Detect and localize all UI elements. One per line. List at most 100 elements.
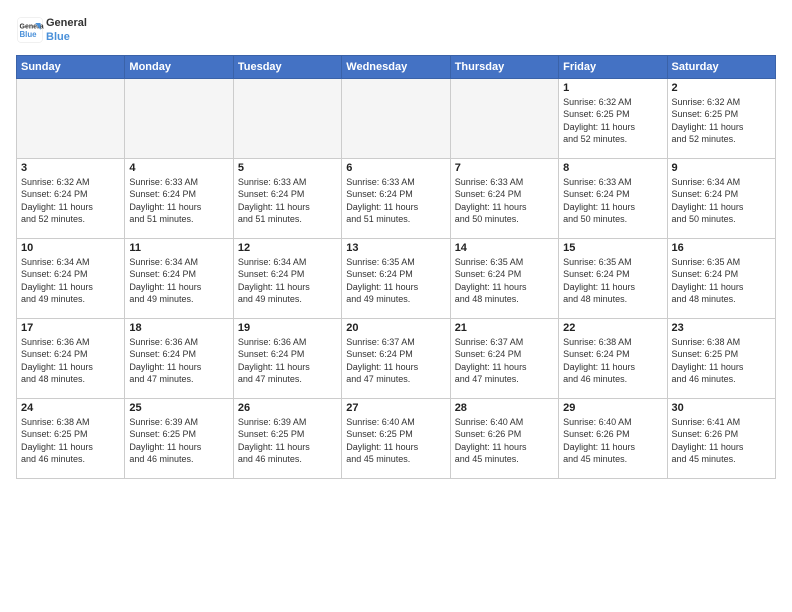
calendar-week-2: 3 Sunrise: 6:32 AM Sunset: 6:24 PM Daylig… xyxy=(17,158,776,238)
calendar-cell: 11 Sunrise: 6:34 AM Sunset: 6:24 PM Dayli… xyxy=(125,238,233,318)
day-number: 12 xyxy=(238,242,337,254)
calendar-cell: 6 Sunrise: 6:33 AM Sunset: 6:24 PM Daylig… xyxy=(342,158,450,238)
day-info: Sunrise: 6:33 AM Sunset: 6:24 PM Dayligh… xyxy=(129,176,228,226)
day-info: Sunrise: 6:34 AM Sunset: 6:24 PM Dayligh… xyxy=(129,256,228,306)
day-number: 25 xyxy=(129,402,228,414)
day-info: Sunrise: 6:36 AM Sunset: 6:24 PM Dayligh… xyxy=(238,336,337,386)
calendar-cell: 24 Sunrise: 6:38 AM Sunset: 6:25 PM Dayli… xyxy=(17,398,125,478)
day-number: 29 xyxy=(563,402,662,414)
day-number: 6 xyxy=(346,162,445,174)
day-number: 13 xyxy=(346,242,445,254)
day-info: Sunrise: 6:33 AM Sunset: 6:24 PM Dayligh… xyxy=(563,176,662,226)
day-number: 26 xyxy=(238,402,337,414)
day-number: 17 xyxy=(21,322,120,334)
day-info: Sunrise: 6:38 AM Sunset: 6:25 PM Dayligh… xyxy=(21,416,120,466)
day-number: 16 xyxy=(672,242,771,254)
day-info: Sunrise: 6:39 AM Sunset: 6:25 PM Dayligh… xyxy=(238,416,337,466)
day-info: Sunrise: 6:33 AM Sunset: 6:24 PM Dayligh… xyxy=(238,176,337,226)
calendar-cell: 17Sunrise: 6:36 AM Sunset: 6:24 PM Dayli… xyxy=(17,318,125,398)
day-number: 18 xyxy=(129,322,228,334)
calendar-cell: 26 Sunrise: 6:39 AM Sunset: 6:25 PM Dayli… xyxy=(233,398,341,478)
header-tuesday: Tuesday xyxy=(233,55,341,78)
day-info: Sunrise: 6:35 AM Sunset: 6:24 PM Dayligh… xyxy=(455,256,554,306)
day-info: Sunrise: 6:33 AM Sunset: 6:24 PM Dayligh… xyxy=(455,176,554,226)
day-info: Sunrise: 6:33 AM Sunset: 6:24 PM Dayligh… xyxy=(346,176,445,226)
day-number: 11 xyxy=(129,242,228,254)
day-info: Sunrise: 6:38 AM Sunset: 6:24 PM Dayligh… xyxy=(563,336,662,386)
day-info: Sunrise: 6:35 AM Sunset: 6:24 PM Dayligh… xyxy=(563,256,662,306)
calendar-week-5: 24 Sunrise: 6:38 AM Sunset: 6:25 PM Dayli… xyxy=(17,398,776,478)
day-info: Sunrise: 6:40 AM Sunset: 6:25 PM Dayligh… xyxy=(346,416,445,466)
day-number: 24 xyxy=(21,402,120,414)
day-number: 10 xyxy=(21,242,120,254)
day-number: 9 xyxy=(672,162,771,174)
day-number: 4 xyxy=(129,162,228,174)
calendar-cell: 12 Sunrise: 6:34 AM Sunset: 6:24 PM Dayli… xyxy=(233,238,341,318)
calendar-cell: 23 Sunrise: 6:38 AM Sunset: 6:25 PM Dayli… xyxy=(667,318,775,398)
calendar-cell: 28 Sunrise: 6:40 AM Sunset: 6:26 PM Dayli… xyxy=(450,398,558,478)
day-number: 1 xyxy=(563,82,662,94)
day-info: Sunrise: 6:40 AM Sunset: 6:26 PM Dayligh… xyxy=(455,416,554,466)
header-saturday: Saturday xyxy=(667,55,775,78)
header-monday: Monday xyxy=(125,55,233,78)
day-number: 27 xyxy=(346,402,445,414)
day-number: 28 xyxy=(455,402,554,414)
calendar-cell: 19 Sunrise: 6:36 AM Sunset: 6:24 PM Dayli… xyxy=(233,318,341,398)
day-number: 15 xyxy=(563,242,662,254)
logo-icon: General Blue xyxy=(16,16,44,44)
day-info: Sunrise: 6:37 AM Sunset: 6:24 PM Dayligh… xyxy=(346,336,445,386)
calendar-cell: 3 Sunrise: 6:32 AM Sunset: 6:24 PM Daylig… xyxy=(17,158,125,238)
calendar-cell xyxy=(342,78,450,158)
day-number: 14 xyxy=(455,242,554,254)
day-number: 21 xyxy=(455,322,554,334)
day-info: Sunrise: 6:32 AM Sunset: 6:24 PM Dayligh… xyxy=(21,176,120,226)
day-number: 7 xyxy=(455,162,554,174)
calendar-cell: 8 Sunrise: 6:33 AM Sunset: 6:24 PM Daylig… xyxy=(559,158,667,238)
header-wednesday: Wednesday xyxy=(342,55,450,78)
calendar-week-3: 10 Sunrise: 6:34 AM Sunset: 6:24 PM Dayli… xyxy=(17,238,776,318)
calendar-cell: 29 Sunrise: 6:40 AM Sunset: 6:26 PM Dayli… xyxy=(559,398,667,478)
calendar-cell xyxy=(125,78,233,158)
calendar-week-1: 1 Sunrise: 6:32 AM Sunset: 6:25 PM Daylig… xyxy=(17,78,776,158)
header: General Blue General Blue xyxy=(16,16,776,45)
calendar-cell: 22 Sunrise: 6:38 AM Sunset: 6:24 PM Dayli… xyxy=(559,318,667,398)
day-number: 30 xyxy=(672,402,771,414)
calendar-cell: 4 Sunrise: 6:33 AM Sunset: 6:24 PM Daylig… xyxy=(125,158,233,238)
header-thursday: Thursday xyxy=(450,55,558,78)
day-info: Sunrise: 6:32 AM Sunset: 6:25 PM Dayligh… xyxy=(563,96,662,146)
page-container: General Blue General Blue Sunday Monday … xyxy=(0,0,792,487)
day-number: 3 xyxy=(21,162,120,174)
calendar-cell: 25Sunrise: 6:39 AM Sunset: 6:25 PM Dayli… xyxy=(125,398,233,478)
calendar-cell xyxy=(233,78,341,158)
day-info: Sunrise: 6:32 AM Sunset: 6:25 PM Dayligh… xyxy=(672,96,771,146)
day-number: 2 xyxy=(672,82,771,94)
calendar-cell: 20 Sunrise: 6:37 AM Sunset: 6:24 PM Dayli… xyxy=(342,318,450,398)
calendar-week-4: 17 Sunrise: 6:36 AM Sunset: 6:24 PM Dayli… xyxy=(17,318,776,398)
calendar-cell: 13Sunrise: 6:35 AM Sunset: 6:24 PM Dayli… xyxy=(342,238,450,318)
day-number: 19 xyxy=(238,322,337,334)
day-info: Sunrise: 6:40 AM Sunset: 6:26 PM Dayligh… xyxy=(563,416,662,466)
calendar-cell: 5Sunrise: 6:33 AM Sunset: 6:24 PM Daylig… xyxy=(233,158,341,238)
day-info: Sunrise: 6:36 AM Sunset: 6:24 PM Dayligh… xyxy=(129,336,228,386)
calendar-cell xyxy=(450,78,558,158)
calendar-table: Sunday Monday Tuesday Wednesday Thursday… xyxy=(16,55,776,479)
day-number: 8 xyxy=(563,162,662,174)
header-sunday: Sunday xyxy=(17,55,125,78)
logo: General Blue General Blue xyxy=(16,16,87,45)
calendar-cell: 18 Sunrise: 6:36 AM Sunset: 6:24 PM Dayli… xyxy=(125,318,233,398)
calendar-cell: 27 Sunrise: 6:40 AM Sunset: 6:25 PM Dayli… xyxy=(342,398,450,478)
day-info: Sunrise: 6:37 AM Sunset: 6:24 PM Dayligh… xyxy=(455,336,554,386)
calendar-cell: 7 Sunrise: 6:33 AM Sunset: 6:24 PM Daylig… xyxy=(450,158,558,238)
calendar-cell: 15 Sunrise: 6:35 AM Sunset: 6:24 PM Dayli… xyxy=(559,238,667,318)
logo-text: General Blue xyxy=(46,16,87,45)
weekday-header-row: Sunday Monday Tuesday Wednesday Thursday… xyxy=(17,55,776,78)
day-info: Sunrise: 6:34 AM Sunset: 6:24 PM Dayligh… xyxy=(238,256,337,306)
calendar-cell: 2 Sunrise: 6:32 AM Sunset: 6:25 PM Daylig… xyxy=(667,78,775,158)
day-number: 20 xyxy=(346,322,445,334)
day-number: 23 xyxy=(672,322,771,334)
day-info: Sunrise: 6:38 AM Sunset: 6:25 PM Dayligh… xyxy=(672,336,771,386)
day-number: 22 xyxy=(563,322,662,334)
day-info: Sunrise: 6:41 AM Sunset: 6:26 PM Dayligh… xyxy=(672,416,771,466)
svg-text:Blue: Blue xyxy=(20,30,38,39)
calendar-cell: 21 Sunrise: 6:37 AM Sunset: 6:24 PM Dayli… xyxy=(450,318,558,398)
